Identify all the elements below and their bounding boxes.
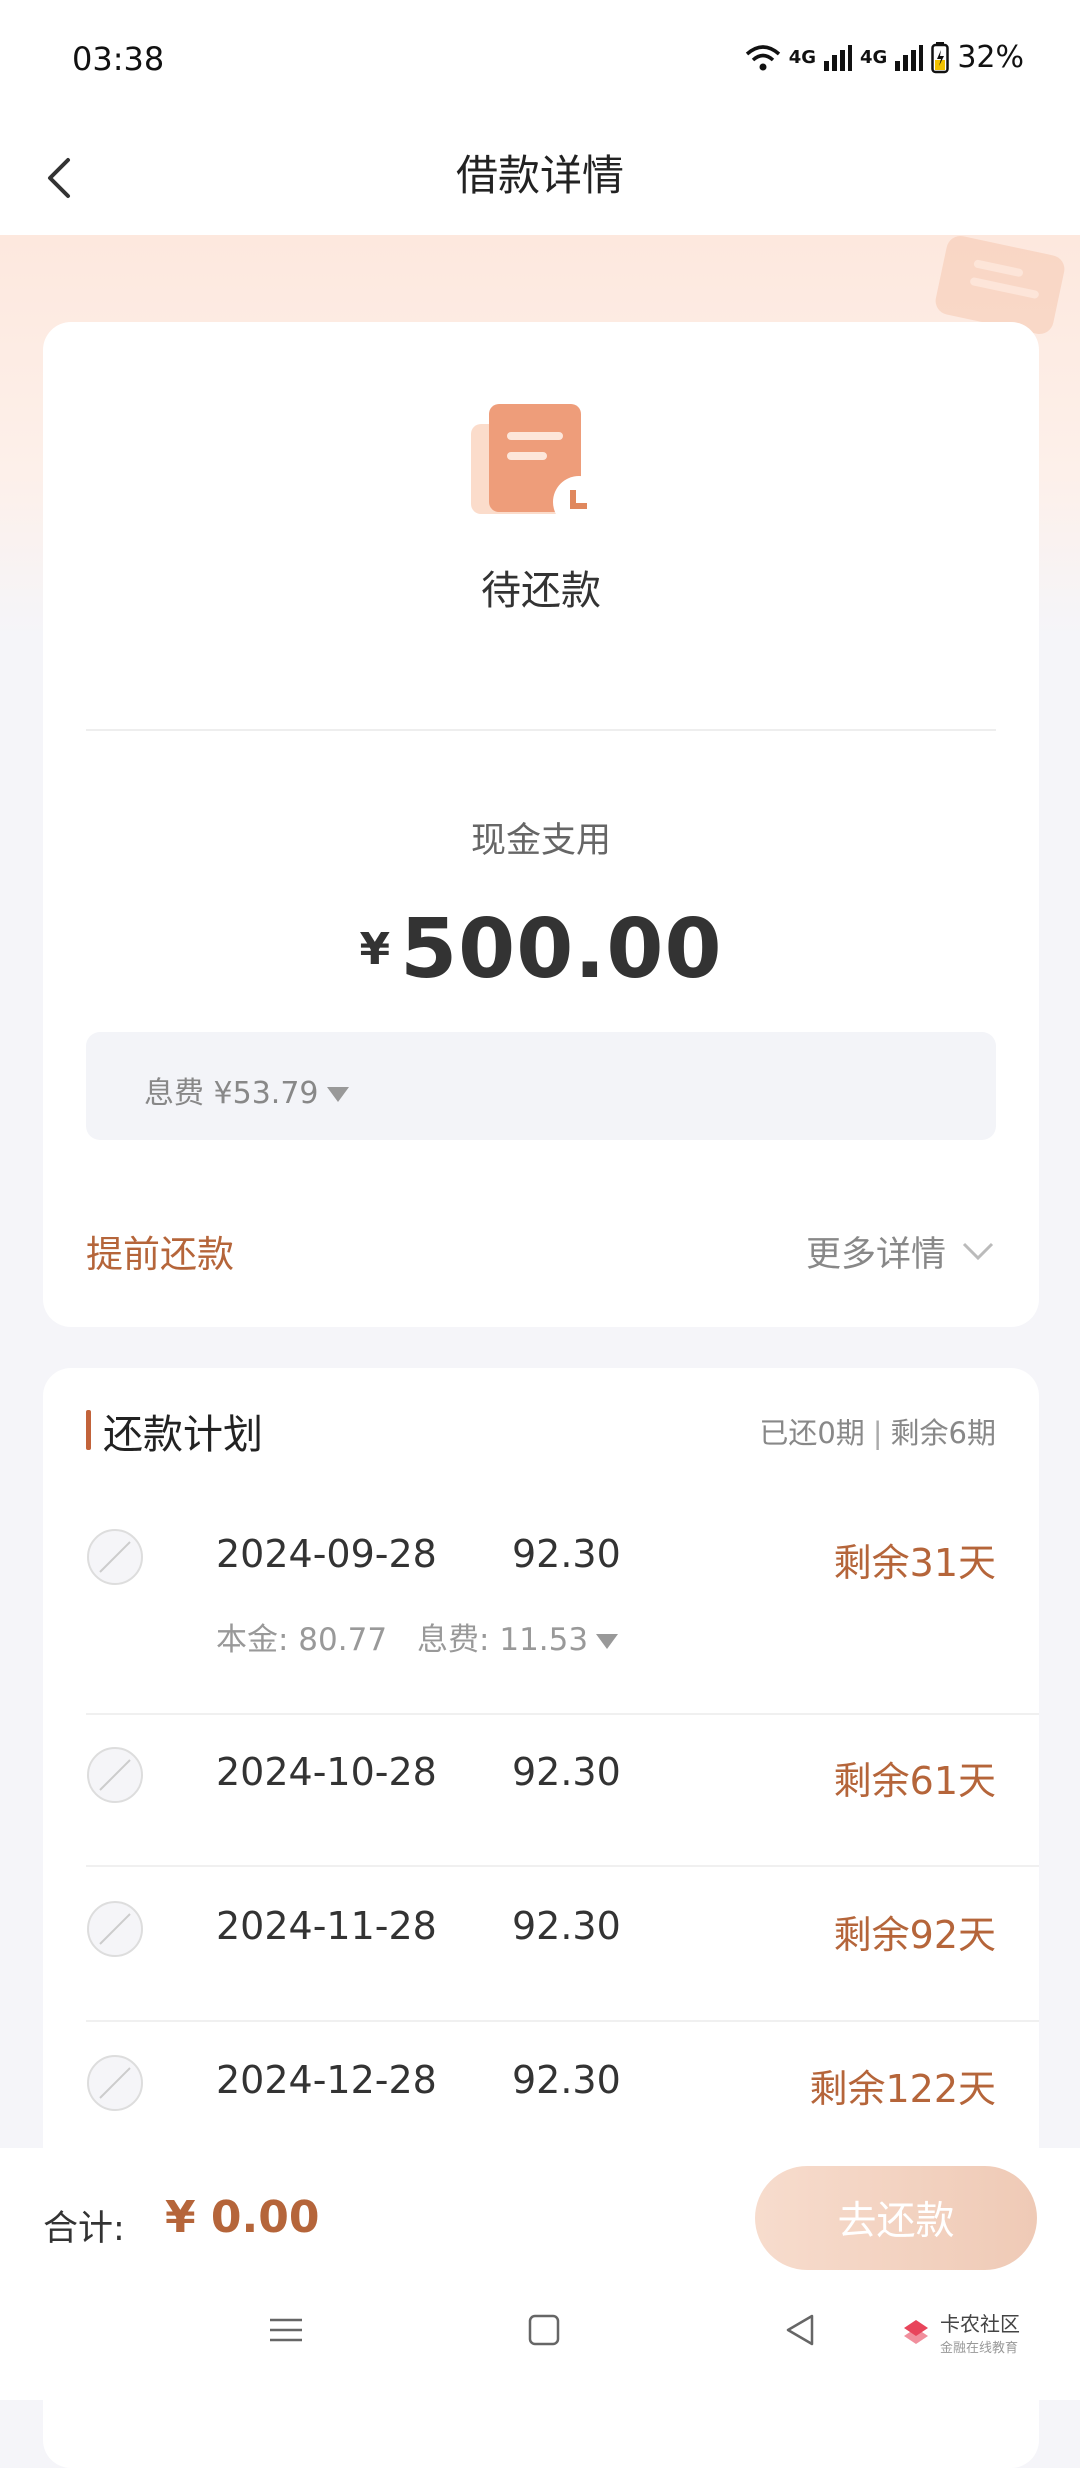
repay-button[interactable]: 去还款: [755, 2166, 1037, 2270]
signal-icon: 4G: [788, 46, 816, 68]
prepay-link[interactable]: 提前还款: [86, 1224, 234, 1278]
signal-bars-icon-2: [895, 44, 924, 71]
plan-remaining-days: 剩余61天: [833, 1759, 996, 1803]
watermark-line2: 金融在线教育: [940, 2341, 1019, 2356]
signal-icon-2: 4G: [860, 46, 888, 68]
status-bar: 03:38 4G 4G 32%: [0, 0, 1080, 120]
plan-remaining-days: 剩余31天: [833, 1541, 996, 1585]
more-details-button[interactable]: 更多详情: [806, 1226, 996, 1277]
fee-label-wrap: 息费 ¥53.79: [144, 1068, 349, 1112]
plan-row[interactable]: 2024-11-28 92.30 剩余92天: [86, 1900, 1039, 2050]
disabled-checkbox-icon[interactable]: [86, 2054, 144, 2112]
row-divider: [86, 1713, 1039, 1715]
fee-label: 息费 ¥53.79: [144, 1076, 319, 1111]
plan-progress: 已还0期 | 剩余6期: [759, 1410, 996, 1452]
row-divider: [86, 1865, 1039, 1867]
system-nav-bar: 卡农社区 金融在线教育: [0, 2298, 1080, 2398]
battery-percent: 32%: [957, 40, 1024, 75]
page-title: 借款详情: [455, 151, 624, 200]
status-time: 03:38: [72, 40, 165, 78]
loan-type-label: 现金支用: [470, 821, 611, 861]
plan-date: 2024-09-28: [216, 1532, 437, 1576]
plan-breakdown[interactable]: 本金: 80.77 息费: 11.53: [216, 1614, 619, 1659]
disabled-checkbox-icon[interactable]: [86, 1900, 144, 1958]
watermark-text: 卡农社区 金融在线教育: [940, 2308, 1020, 2356]
plan-date: 2024-10-28: [216, 1750, 437, 1794]
more-details-label: 更多详情: [805, 1235, 946, 1275]
divider: [86, 729, 996, 731]
fee-summary[interactable]: 息费 ¥53.79: [86, 1032, 996, 1140]
watermark: 卡农社区 金融在线教育: [900, 2308, 1020, 2356]
watermark-logo-icon: [904, 2320, 928, 2344]
back-triangle-icon[interactable]: [780, 2310, 820, 2350]
paid-periods: 已还0期: [759, 1416, 865, 1450]
amount-value: 500.00: [400, 902, 723, 997]
status-icons: 4G 4G 32%: [745, 40, 1024, 75]
separator: |: [872, 1416, 883, 1450]
fee-value: 息费: 11.53: [417, 1622, 589, 1658]
plan-remaining-days: 剩余92天: [833, 1913, 996, 1957]
disabled-checkbox-icon[interactable]: [86, 1528, 144, 1586]
battery-icon: [931, 41, 950, 73]
plan-amount: 92.30: [512, 2058, 621, 2102]
principal-value: 本金: 80.77: [216, 1622, 388, 1658]
loan-summary-card: 待还款 现金支用 ¥500.00 息费 ¥53.79 提前还款 更多详情: [43, 322, 1039, 1327]
caret-down-icon: [326, 1087, 349, 1102]
total-label: 合计:: [43, 2209, 125, 2249]
watermark-line1: 卡农社区: [940, 2312, 1020, 2336]
plan-row[interactable]: 2024-10-28 92.30 剩余61天: [86, 1746, 1039, 1896]
nav-bar: 借款详情: [0, 120, 1080, 235]
chevron-down-icon: [962, 1242, 994, 1260]
plan-amount: 92.30: [512, 1532, 621, 1576]
plan-amount: 92.30: [512, 1750, 621, 1794]
plan-date: 2024-11-28: [216, 1904, 437, 1948]
plan-amount: 92.30: [512, 1904, 621, 1948]
menu-icon[interactable]: [266, 2310, 306, 2350]
plan-row[interactable]: 2024-09-28 92.30 剩余31天 本金: 80.77 息费: 11.5…: [86, 1528, 1039, 1718]
bottom-bar: 合计: ¥ 0.00 去还款 卡农社区 金融在线教育: [0, 2148, 1080, 2400]
total-value: ¥ 0.00: [165, 2192, 320, 2243]
loan-amount: ¥500.00: [43, 902, 1039, 997]
remaining-periods: 剩余6期: [890, 1416, 996, 1450]
disabled-checkbox-icon[interactable]: [86, 1746, 144, 1804]
wifi-icon: [745, 44, 780, 70]
caret-down-icon: [596, 1634, 619, 1649]
plan-title: 还款计划: [103, 1412, 263, 1458]
home-icon[interactable]: [524, 2310, 564, 2350]
currency-symbol: ¥: [359, 924, 391, 975]
document-pending-icon: [471, 404, 605, 528]
row-divider: [86, 2020, 1039, 2022]
plan-remaining-days: 剩余122天: [809, 2067, 996, 2111]
signal-bars-icon: [824, 44, 852, 71]
title-accent-bar: [86, 1410, 91, 1450]
loan-status: 待还款: [481, 568, 601, 614]
plan-date: 2024-12-28: [216, 2058, 437, 2102]
